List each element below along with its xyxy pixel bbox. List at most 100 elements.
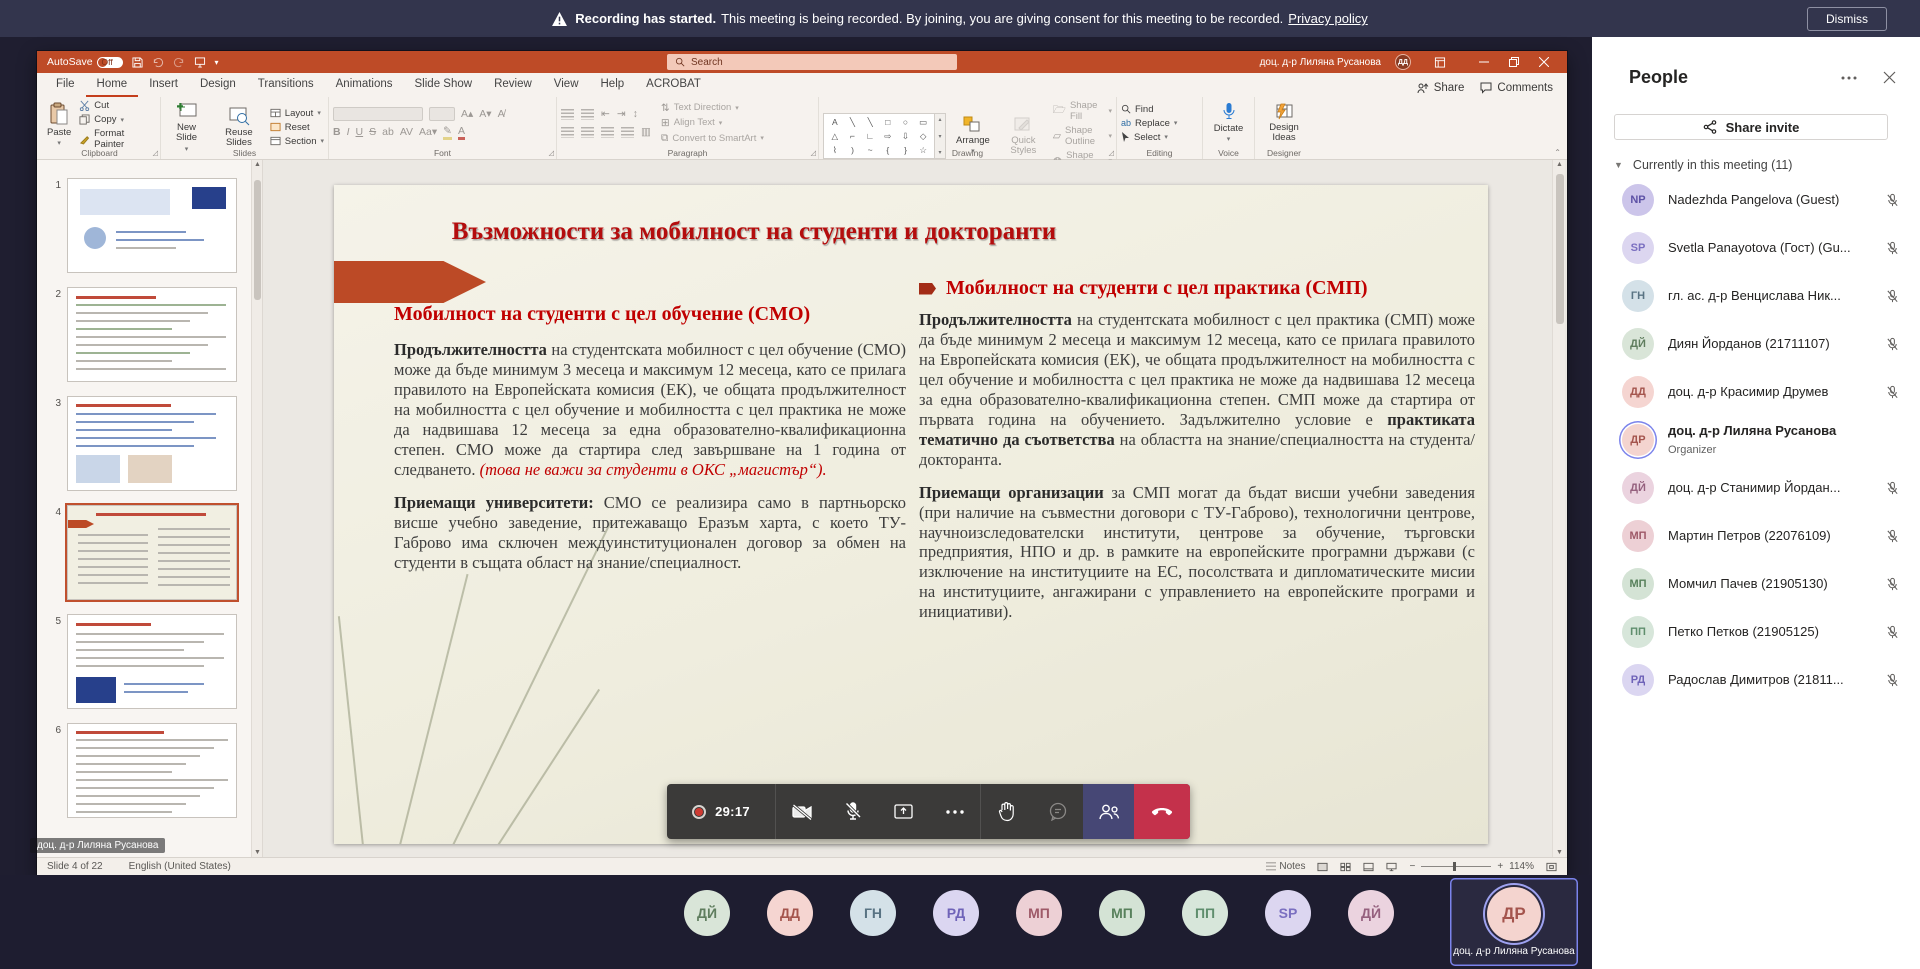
participant-avatar[interactable]: РД [933,890,979,936]
more-options-button[interactable] [929,784,980,839]
meeting-section-header[interactable]: ▼ Currently in this meeting (11) [1614,158,1896,172]
shape-fill-button[interactable]: 🗁Shape Fill▾ [1053,100,1112,122]
bold-button[interactable]: B [333,126,341,138]
ribbon-tab[interactable]: Insert [138,74,189,97]
ribbon-tab[interactable]: Animations [325,74,404,97]
shape-glyph[interactable]: ⇩ [902,131,909,142]
columns-button[interactable]: ▥ [641,126,651,138]
layout-button[interactable]: Layout▾ [270,108,324,119]
numbering-button[interactable] [581,109,594,120]
participant-row[interactable]: ДЙ Диян Йорданов (21711107) [1592,320,1920,368]
restore-button[interactable] [1499,51,1529,73]
participant-row[interactable]: МП Мартин Петров (22076109) [1592,512,1920,560]
char-spacing-button[interactable]: AV [400,126,413,138]
ribbon-tab[interactable]: Design [189,74,247,97]
shape-glyph[interactable]: □ [885,117,890,127]
participant-avatar[interactable]: МП [1099,890,1145,936]
cut-button[interactable]: Cut [79,100,156,111]
shape-glyph[interactable]: ○ [903,117,908,127]
mic-muted-icon[interactable] [1885,481,1900,496]
shape-glyph[interactable]: ╲ [850,117,855,128]
active-speaker-tile[interactable]: ДР доц. д-р Лиляна Русанова [1450,878,1578,966]
participant-row[interactable]: SP Svetla Panayotova (Гост) (Gu... [1592,224,1920,272]
participant-avatar[interactable]: МП [1016,890,1062,936]
slide-thumbnail-row[interactable]: 4 [51,505,262,600]
close-button[interactable] [1529,51,1559,73]
shape-outline-button[interactable]: ▱Shape Outline▾ [1053,125,1112,147]
shape-glyph[interactable]: ▭ [919,117,927,128]
bullets-button[interactable] [561,109,574,120]
shape-glyph[interactable]: ╲ [868,117,873,128]
font-dialog-launcher[interactable]: ◿ [549,149,554,157]
mic-muted-icon[interactable] [1885,193,1900,208]
participant-avatar[interactable]: ДЙ [684,890,730,936]
save-icon[interactable] [132,57,143,68]
ribbon-tab[interactable]: Review [483,74,543,97]
participant-avatar[interactable]: SP [1265,890,1311,936]
slide-sorter-icon[interactable] [1340,862,1351,872]
search-box[interactable]: Search [667,54,957,70]
zoom-slider[interactable] [1453,862,1456,871]
slide-thumbnail-row[interactable]: 5 [51,614,262,709]
normal-view-icon[interactable] [1317,862,1328,872]
share-button[interactable]: Share [1417,82,1465,94]
people-more-options-icon[interactable] [1841,76,1857,80]
zoom-percent[interactable]: 114% [1509,861,1534,872]
smartart-button[interactable]: ⧉Convert to SmartArt▾ [661,132,764,145]
align-center-button[interactable] [581,127,594,138]
shape-glyph[interactable]: A [832,117,838,127]
ribbon-tab[interactable]: Help [590,74,636,97]
ribbon-tab[interactable]: ACROBAT [635,74,712,97]
ribbon-tab[interactable]: Home [86,74,139,97]
change-case-button[interactable]: Aa▾ [419,126,437,138]
drawing-dialog-launcher[interactable]: ◿ [1109,149,1114,157]
participant-row[interactable]: ПП Петко Петков (21905125) [1592,608,1920,656]
participant-avatar[interactable]: ПП [1182,890,1228,936]
dictate-button[interactable]: Dictate▾ [1207,100,1250,146]
format-painter-button[interactable]: Format Painter [79,128,156,150]
participant-avatar[interactable]: ГН [850,890,896,936]
account-avatar[interactable]: ДД [1395,54,1411,70]
share-invite-button[interactable]: Share invite [1614,114,1888,140]
section-button[interactable]: Section▾ [270,136,324,147]
privacy-policy-link[interactable]: Privacy policy [1288,11,1367,26]
copy-button[interactable]: Copy▾ [79,114,156,125]
align-text-button[interactable]: ⊞Align Text▾ [661,117,764,129]
shape-glyph[interactable]: △ [832,131,839,142]
ribbon-tab[interactable]: View [543,74,590,97]
share-screen-button[interactable] [878,784,929,839]
justify-button[interactable] [621,127,634,138]
select-button[interactable]: Select▾ [1121,132,1198,143]
mic-muted-icon[interactable] [1885,577,1900,592]
mic-muted-icon[interactable] [1885,625,1900,640]
replace-button[interactable]: abReplace▾ [1121,118,1198,129]
mic-muted-icon[interactable] [1885,529,1900,544]
shape-glyph[interactable]: ⌐ [850,131,855,141]
slide-thumbnail-row[interactable]: 3 [51,396,262,491]
mic-off-button[interactable] [827,784,878,839]
minimize-button[interactable] [1469,51,1499,73]
ribbon-display-options-icon[interactable] [1425,51,1455,73]
notes-button[interactable]: Notes [1266,861,1305,872]
participant-avatar[interactable]: ДД [767,890,813,936]
slide-thumbnail[interactable] [67,178,237,273]
slide-thumbnail[interactable] [67,723,237,818]
account-name[interactable]: доц. д-р Лиляна Русанова [1260,57,1381,68]
participant-row[interactable]: ГН гл. ас. д-р Венцислава Ник... [1592,272,1920,320]
mic-muted-icon[interactable] [1885,385,1900,400]
increase-indent-button[interactable]: ⇥ [617,108,626,120]
font-name-combobox[interactable] [333,107,423,121]
strikethrough-button[interactable]: S [369,126,376,138]
undo-icon[interactable] [152,57,164,68]
shadow-button[interactable]: ab [382,126,394,138]
slide-thumbnail-row[interactable]: 1 [51,178,262,273]
zoom-out-icon[interactable]: − [1409,861,1415,872]
mic-muted-icon[interactable] [1885,673,1900,688]
thumbnails-scrollbar[interactable]: ▲▼ [251,160,262,857]
clipboard-dialog-launcher[interactable]: ◿ [153,149,158,157]
paste-button[interactable]: Paste▾ [43,101,75,149]
participant-row[interactable]: NP Nadezhda Pangelova (Guest) [1592,176,1920,224]
participant-row[interactable]: МП Момчил Пачев (21905130) [1592,560,1920,608]
participant-row[interactable]: ДР доц. д-р Лиляна Русанова Organizer [1592,416,1920,464]
comments-button[interactable]: Comments [1480,82,1553,94]
